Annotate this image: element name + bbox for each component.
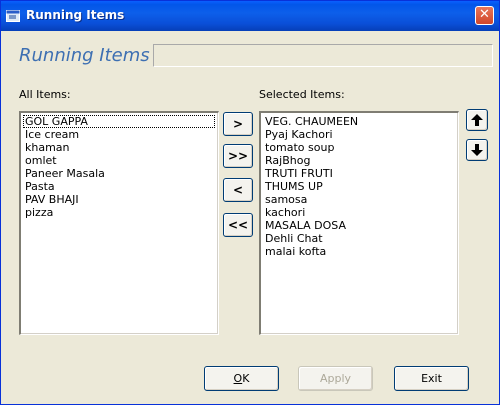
remove-item-button[interactable]: < bbox=[223, 178, 253, 202]
exit-button[interactable]: Exit bbox=[394, 366, 469, 391]
list-item[interactable]: omlet bbox=[23, 154, 218, 167]
list-item[interactable]: khaman bbox=[23, 141, 218, 154]
move-up-button[interactable] bbox=[466, 109, 488, 131]
close-icon: ✕ bbox=[479, 7, 490, 22]
app-icon bbox=[6, 10, 20, 22]
list-item[interactable]: pizza bbox=[23, 206, 218, 219]
all-items-label: All Items: bbox=[19, 88, 71, 101]
list-item[interactable]: samosa bbox=[263, 193, 458, 206]
list-item[interactable]: tomato soup bbox=[263, 141, 458, 154]
list-item[interactable]: VEG. CHAUMEEN bbox=[263, 115, 458, 128]
running-items-window: Running Items ✕ Running Items All Items:… bbox=[0, 0, 500, 405]
close-button[interactable]: ✕ bbox=[475, 6, 494, 25]
list-item[interactable]: PAV BHAJI bbox=[23, 193, 218, 206]
list-item[interactable]: malai kofta bbox=[263, 245, 458, 258]
selected-items-list[interactable]: VEG. CHAUMEEN Pyaj Kachori tomato soup RajB… bbox=[259, 111, 459, 335]
list-item[interactable]: Dehli Chat bbox=[263, 232, 458, 245]
remove-all-button[interactable]: << bbox=[223, 213, 253, 237]
header-divider-box bbox=[153, 44, 493, 67]
list-item[interactable]: Pyaj Kachori bbox=[263, 128, 458, 141]
window-title: Running Items bbox=[26, 8, 125, 22]
arrow-up-icon bbox=[471, 114, 483, 126]
list-item[interactable]: Paneer Masala bbox=[23, 167, 218, 180]
add-all-button[interactable]: >> bbox=[223, 144, 253, 168]
page-title: Running Items bbox=[19, 45, 150, 66]
ok-button[interactable]: OK bbox=[204, 366, 279, 391]
header-panel: Running Items bbox=[19, 43, 495, 69]
arrow-down-icon bbox=[471, 144, 483, 156]
title-bar[interactable]: Running Items ✕ bbox=[1, 1, 499, 31]
list-item[interactable]: GOL GAPPA bbox=[23, 115, 215, 128]
list-item[interactable]: THUMS UP bbox=[263, 180, 458, 193]
list-item[interactable]: Ice cream bbox=[23, 128, 218, 141]
list-item[interactable]: Pasta bbox=[23, 180, 218, 193]
apply-button[interactable]: Apply bbox=[298, 366, 373, 391]
selected-items-label: Selected Items: bbox=[259, 88, 345, 101]
list-item[interactable]: TRUTI FRUTI bbox=[263, 167, 458, 180]
ok-button-label: OK bbox=[233, 372, 250, 385]
list-item[interactable]: RajBhog bbox=[263, 154, 458, 167]
move-down-button[interactable] bbox=[466, 139, 488, 161]
list-item[interactable]: kachori bbox=[263, 206, 458, 219]
list-item[interactable]: MASALA DOSA bbox=[263, 219, 458, 232]
add-item-button[interactable]: > bbox=[223, 112, 253, 136]
all-items-list[interactable]: GOL GAPPA Ice cream khaman omlet Paneer Masa… bbox=[19, 111, 219, 335]
